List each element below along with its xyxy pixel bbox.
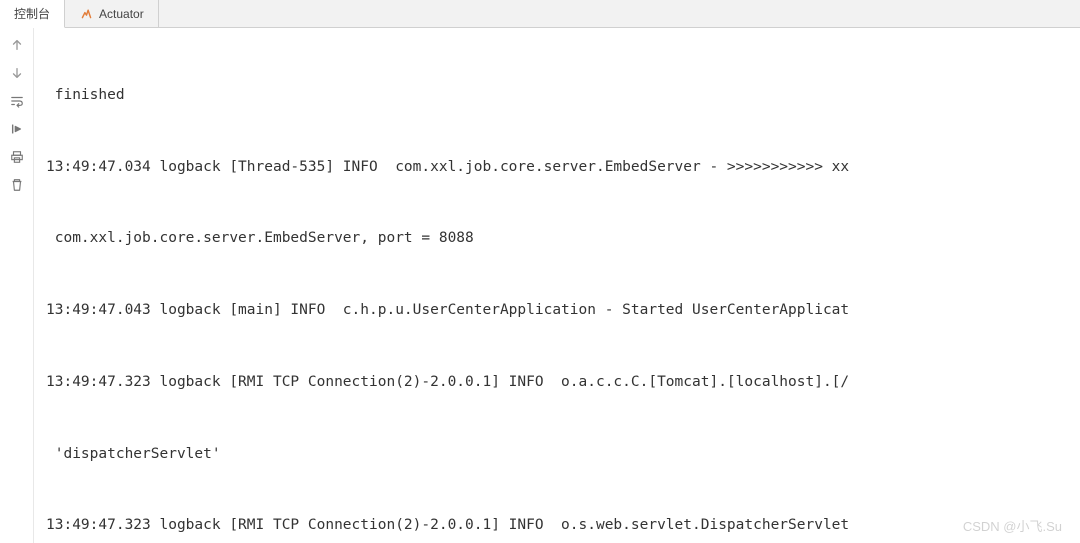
log-line: 'dispatcherServlet': [46, 443, 1080, 467]
log-line: 13:49:47.043 logback [main] INFO c.h.p.u…: [46, 299, 1080, 323]
arrow-down-icon[interactable]: [6, 62, 28, 84]
log-line: 13:49:47.323 logback [RMI TCP Connection…: [46, 371, 1080, 395]
tab-actuator[interactable]: Actuator: [65, 0, 159, 27]
scroll-to-end-icon[interactable]: [6, 118, 28, 140]
tabs-bar: 控制台 Actuator: [0, 0, 1080, 28]
gutter: [0, 28, 34, 543]
wrap-icon[interactable]: [6, 90, 28, 112]
log-line: 13:49:47.323 logback [RMI TCP Connection…: [46, 514, 1080, 538]
log-line: 13:49:47.034 logback [Thread-535] INFO c…: [46, 156, 1080, 180]
actuator-icon: [79, 7, 93, 21]
watermark: CSDN @小飞.Su: [963, 516, 1062, 535]
tab-actuator-label: Actuator: [99, 7, 144, 21]
tab-console-label: 控制台: [14, 5, 50, 22]
log-line: com.xxl.job.core.server.EmbedServer, por…: [46, 227, 1080, 251]
arrow-up-icon[interactable]: [6, 34, 28, 56]
print-icon[interactable]: [6, 146, 28, 168]
console-output[interactable]: finished 13:49:47.034 logback [Thread-53…: [34, 28, 1080, 543]
content-area: finished 13:49:47.034 logback [Thread-53…: [0, 28, 1080, 543]
log-line: finished: [46, 84, 1080, 108]
tab-console[interactable]: 控制台: [0, 0, 65, 28]
trash-icon[interactable]: [6, 174, 28, 196]
